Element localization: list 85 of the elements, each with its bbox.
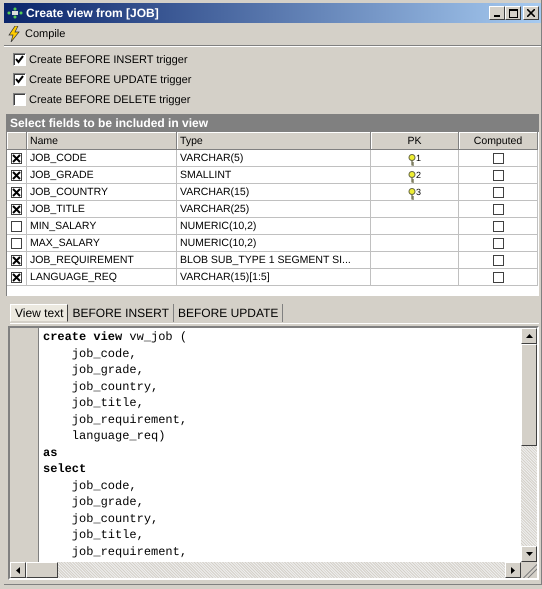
include-checkbox[interactable]: [11, 186, 22, 198]
key-order: 1: [416, 152, 421, 165]
tab[interactable]: View text: [10, 304, 68, 322]
column-header[interactable]: Name: [27, 132, 177, 150]
column-header[interactable]: Type: [177, 132, 371, 150]
close-icon: [527, 9, 535, 17]
scroll-up-button[interactable]: [521, 328, 537, 344]
code-line: job_grade,: [70, 494, 145, 510]
computed-checkbox[interactable]: [492, 254, 504, 266]
size-grip[interactable]: [521, 562, 537, 578]
computed-checkbox[interactable]: [492, 186, 504, 198]
column-header[interactable]: PK: [371, 132, 459, 150]
computed-checkbox[interactable]: [492, 204, 504, 214]
table-cell: JOB_GRADE: [27, 167, 177, 184]
computed-checkbox[interactable]: [492, 272, 504, 282]
right-arrow-icon: [511, 566, 515, 574]
table-cell: MAX_SALARY: [27, 235, 177, 252]
code-line: job_country,: [70, 378, 160, 395]
down-arrow-icon: [526, 552, 532, 556]
include-checkbox[interactable]: [11, 204, 22, 214]
code-line: job_code,: [70, 346, 138, 362]
include-checkbox[interactable]: [11, 272, 22, 282]
include-checkbox[interactable]: [11, 220, 22, 232]
code-line: job_title,: [70, 395, 145, 412]
code-line: create view vw_job (: [43, 329, 188, 346]
table-cell: LANGUAGE_REQ: [27, 269, 177, 286]
code-line: language_req): [70, 428, 166, 444]
code-line: job_requirement,: [70, 412, 188, 428]
key-icon: [408, 171, 416, 183]
trigger-checkbox[interactable]: Create BEFORE DELETE trigger: [13, 93, 532, 106]
vertical-scrollbar[interactable]: [521, 328, 537, 562]
close-button[interactable]: [523, 6, 539, 20]
code-line: job_country,: [70, 510, 160, 527]
key-icon: [408, 154, 416, 166]
table-cell: JOB_REQUIREMENT: [27, 252, 177, 269]
key-order: 2: [416, 169, 421, 182]
table-cell: BLOB SUB_TYPE 1 SEGMENT SI...: [177, 252, 371, 269]
scroll-thumb[interactable]: [521, 344, 537, 446]
check-icon: [15, 75, 24, 84]
panel-header: Select fields to be included in view: [6, 114, 539, 132]
horizontal-scrollbar[interactable]: [10, 562, 521, 578]
compile-button[interactable]: Compile: [4, 24, 70, 44]
computed-checkbox[interactable]: [492, 152, 504, 164]
up-arrow-icon: [526, 334, 532, 338]
trigger-checkbox[interactable]: Create BEFORE INSERT trigger: [13, 53, 532, 66]
table-cell: NUMERIC(10,2): [177, 235, 371, 252]
include-checkbox[interactable]: [11, 170, 22, 180]
code-line: select: [43, 461, 88, 478]
code-line: job_grade,: [70, 362, 145, 378]
scroll-down-button[interactable]: [521, 546, 537, 562]
table-cell: VARCHAR(15): [177, 184, 371, 201]
left-arrow-icon: [16, 566, 20, 574]
table-cell: MIN_SALARY: [27, 218, 177, 235]
include-checkbox[interactable]: [11, 238, 22, 248]
computed-checkbox[interactable]: [492, 220, 504, 232]
table-cell: NUMERIC(10,2): [177, 218, 371, 235]
column-header[interactable]: Computed: [459, 132, 538, 150]
code-line: job_code,: [70, 478, 138, 494]
maximize-icon: [508, 8, 518, 18]
table-cell: VARCHAR(25): [177, 201, 371, 218]
check-icon: [15, 55, 24, 64]
include-checkbox[interactable]: [11, 254, 22, 266]
scroll-left-button[interactable]: [10, 562, 26, 578]
table-cell: JOB_CODE: [27, 150, 177, 167]
scroll-thumb[interactable]: [26, 562, 58, 578]
scroll-right-button[interactable]: [505, 562, 521, 578]
lightning-icon: [8, 26, 20, 42]
window-title: Create view from [JOB]: [26, 6, 160, 20]
trigger-checkbox[interactable]: Create BEFORE UPDATE trigger: [13, 73, 532, 86]
include-checkbox[interactable]: [11, 152, 22, 164]
table-cell: VARCHAR(15)[1:5]: [177, 269, 371, 286]
minimize-button[interactable]: [489, 6, 505, 20]
code-line: job_title,: [70, 527, 145, 544]
code-line: as: [43, 444, 58, 461]
key-icon: [408, 188, 416, 200]
computed-checkbox[interactable]: [492, 238, 504, 248]
key-order: 3: [416, 186, 421, 199]
table-cell: JOB_COUNTRY: [27, 184, 177, 201]
table-cell: JOB_TITLE: [27, 201, 177, 218]
maximize-button[interactable]: [505, 6, 521, 20]
app-icon: [7, 7, 23, 19]
computed-checkbox[interactable]: [492, 170, 504, 180]
table-cell: VARCHAR(5): [177, 150, 371, 167]
table-cell: SMALLINT: [177, 167, 371, 184]
code-line: job_requirement,: [70, 544, 188, 560]
